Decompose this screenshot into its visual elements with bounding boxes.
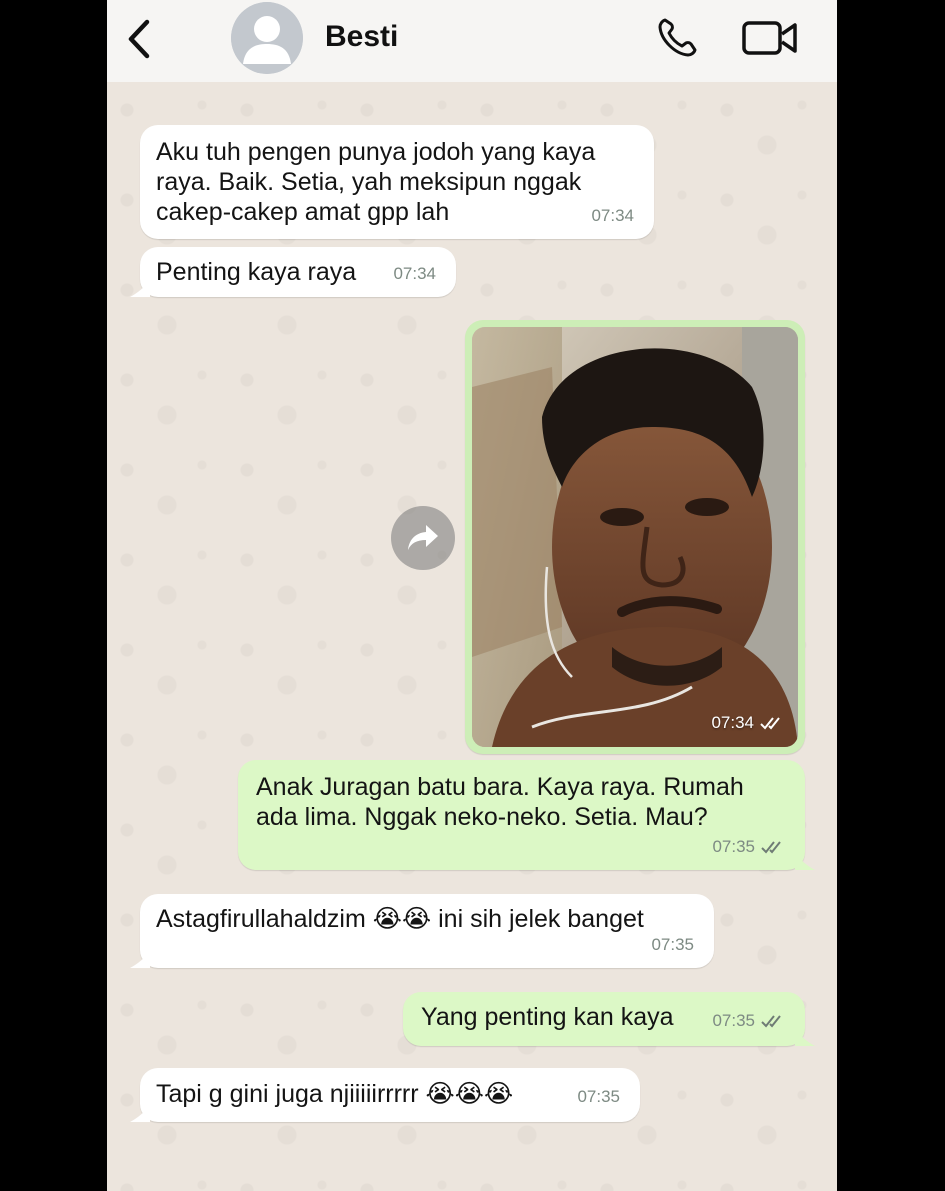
- message-text: Penting kaya raya: [156, 258, 357, 286]
- message-bubble-outgoing[interactable]: Yang penting kan kaya 07:35: [403, 992, 815, 1046]
- message-time: 07:34: [591, 201, 634, 231]
- double-check-icon: [760, 717, 780, 730]
- message-time: 07:35: [577, 1082, 620, 1112]
- video-call-button[interactable]: [741, 18, 799, 58]
- double-check-icon: [761, 1015, 781, 1028]
- message-bubble-incoming[interactable]: Penting kaya raya 07:34: [130, 247, 456, 297]
- message-bubble-incoming[interactable]: Tapi g gini juga njiiiiirrrrr 😭😭😭 07:35: [130, 1068, 640, 1122]
- time-label: 07:35: [577, 1087, 620, 1106]
- message-text: Yang penting kan kaya: [421, 1003, 674, 1031]
- message-text: Anak Juragan batu bara. Kaya raya. Rumah…: [256, 773, 744, 831]
- time-label: 07:34: [711, 713, 754, 732]
- forward-icon: [408, 525, 438, 550]
- video-camera-icon: [742, 21, 797, 55]
- bubble-tail: [130, 281, 150, 297]
- message-bubble-outgoing[interactable]: Anak Juragan batu bara. Kaya raya. Rumah…: [238, 760, 815, 870]
- chat-header: Besti: [107, 0, 837, 82]
- avatar-icon: [231, 2, 303, 74]
- back-arrow-icon: [128, 19, 150, 59]
- message-time: 07:35: [712, 1006, 787, 1036]
- time-label: 07:35: [712, 1011, 755, 1030]
- contact-avatar[interactable]: [231, 2, 303, 74]
- contact-name[interactable]: Besti: [325, 20, 398, 54]
- bubble-tail: [795, 1030, 815, 1046]
- bubble-tail: [130, 1106, 150, 1122]
- forward-button[interactable]: [391, 506, 455, 570]
- image-message[interactable]: 07:34: [465, 320, 805, 754]
- time-label: 07:34: [393, 264, 436, 283]
- message-time: 07:35: [712, 832, 787, 862]
- chat-screen: Besti Aku tuh pengen punya jodoh yang ka…: [107, 0, 837, 1191]
- time-label: 07:35: [651, 935, 694, 954]
- back-button[interactable]: [123, 18, 157, 60]
- bubble-tail: [130, 952, 150, 968]
- voice-call-button[interactable]: [655, 16, 703, 60]
- message-time: 07:35: [651, 930, 694, 960]
- message-bubble-incoming[interactable]: Aku tuh pengen punya jodoh yang kaya ray…: [140, 125, 654, 239]
- bubble-tail: [795, 854, 815, 870]
- image-time: 07:34: [711, 713, 786, 733]
- phone-icon: [658, 18, 697, 57]
- message-text: Tapi g gini juga njiiiiirrrrr 😭😭😭: [156, 1080, 514, 1108]
- message-text: Astagfirullahaldzim 😭😭 ini sih jelek ban…: [156, 905, 644, 933]
- photo[interactable]: 07:34: [472, 327, 798, 747]
- message-time: 07:34: [393, 259, 436, 289]
- double-check-icon: [761, 841, 781, 854]
- message-text: Aku tuh pengen punya jodoh yang kaya ray…: [156, 138, 596, 226]
- time-label: 07:34: [591, 206, 634, 225]
- time-label: 07:35: [712, 837, 755, 856]
- photo-image: [472, 327, 798, 747]
- message-bubble-incoming[interactable]: Astagfirullahaldzim 😭😭 ini sih jelek ban…: [130, 894, 714, 968]
